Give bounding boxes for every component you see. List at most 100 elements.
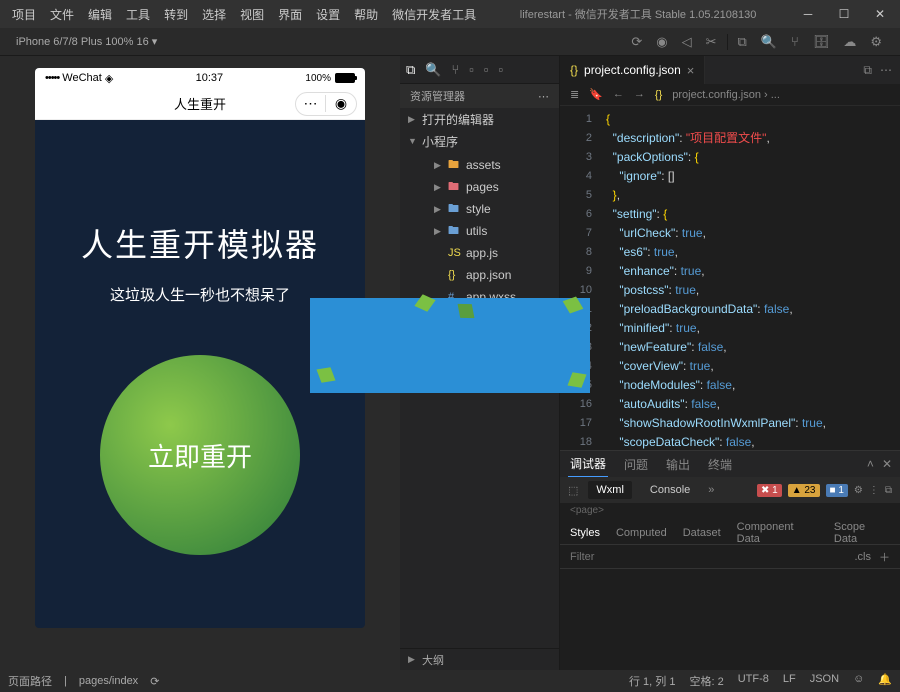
cloud-icon[interactable]: ☁ bbox=[843, 34, 856, 50]
subtab-console[interactable]: Console bbox=[642, 481, 698, 499]
panel-close-icon[interactable]: ✕ bbox=[882, 457, 892, 471]
ext-tab-icon[interactable]: ▫ bbox=[499, 62, 504, 77]
files-icon[interactable]: ⧉ bbox=[738, 34, 747, 50]
eol-info[interactable]: LF bbox=[783, 673, 796, 689]
lang-info[interactable]: JSON bbox=[810, 673, 839, 689]
explorer-tab-icon[interactable]: ⧉ bbox=[406, 62, 415, 78]
outline-section[interactable]: ▶大纲 bbox=[400, 648, 559, 670]
tab-problems[interactable]: 问题 bbox=[622, 452, 650, 477]
menu-item[interactable]: 工具 bbox=[120, 2, 156, 27]
bell-icon[interactable]: 🔔 bbox=[878, 673, 892, 689]
more-tabs-icon[interactable]: » bbox=[708, 484, 714, 496]
tab-terminal[interactable]: 终端 bbox=[706, 452, 734, 477]
folder-item[interactable]: ▶🖿style bbox=[400, 198, 559, 220]
subtab-wxml[interactable]: Wxml bbox=[588, 481, 632, 499]
record-icon[interactable]: ◉ bbox=[656, 34, 667, 50]
search-icon[interactable]: 🔍 bbox=[761, 34, 777, 50]
filter-input[interactable] bbox=[570, 551, 847, 563]
breadcrumb[interactable]: project.config.json › ... bbox=[672, 89, 780, 101]
menu-item[interactable]: 选择 bbox=[196, 2, 232, 27]
inspect-icon[interactable]: ⬚ bbox=[568, 484, 578, 497]
main-area: •••••WeChat◈ 10:37 100% 人生重开 ⋯ ◉ 人生重开模拟器… bbox=[0, 56, 900, 670]
menu-item[interactable]: 视图 bbox=[234, 2, 270, 27]
menu-item[interactable]: 项目 bbox=[6, 2, 42, 27]
tab-debugger[interactable]: 调试器 bbox=[568, 451, 608, 477]
warn-badge[interactable]: ▲ 23 bbox=[788, 484, 820, 497]
restart-button[interactable]: 立即重开 bbox=[100, 355, 300, 555]
sync-icon[interactable]: ⟳ bbox=[150, 675, 159, 688]
menu-item[interactable]: 帮助 bbox=[348, 2, 384, 27]
battery-pct: 100% bbox=[305, 73, 331, 84]
sitemap-icon[interactable]: ⚙ bbox=[870, 34, 882, 50]
indent-info[interactable]: 空格: 2 bbox=[689, 673, 723, 689]
breadcrumb-bar: ≣ 🔖 ← → {} project.config.json › ... bbox=[560, 84, 900, 106]
capsule-close-icon[interactable]: ◉ bbox=[326, 95, 356, 112]
back-icon[interactable]: ◁ bbox=[682, 34, 692, 50]
bookmark-icon[interactable]: 🔖 bbox=[589, 88, 603, 101]
chevron-up-icon[interactable]: ˄ bbox=[867, 457, 874, 471]
database-icon[interactable]: 🗄 bbox=[813, 34, 830, 50]
window-title: liferestart - 微信开发者工具 Stable 1.05.210813… bbox=[482, 6, 794, 22]
more-actions-icon[interactable]: ⋯ bbox=[880, 63, 892, 78]
feedback-icon[interactable]: ☺ bbox=[853, 673, 864, 689]
branch-icon[interactable]: ⑂ bbox=[791, 34, 799, 50]
menu-item[interactable]: 设置 bbox=[310, 2, 346, 27]
tab-label: project.config.json bbox=[584, 63, 681, 77]
open-editors-section[interactable]: ▶打开的编辑器 bbox=[400, 108, 559, 130]
db-tab-icon[interactable]: ▫ bbox=[469, 62, 474, 77]
git-tab-icon[interactable]: ⑂ bbox=[451, 62, 459, 77]
overlay-artifact bbox=[310, 298, 590, 393]
page-path[interactable]: pages/index bbox=[79, 675, 138, 687]
style-tab-computed[interactable]: Computed bbox=[616, 527, 667, 539]
editor-tab[interactable]: {} project.config.json × bbox=[560, 56, 705, 84]
refresh-icon[interactable]: ⟳ bbox=[631, 34, 642, 50]
app-title: 人生重开模拟器 bbox=[81, 220, 319, 266]
cut-icon[interactable]: ✂ bbox=[706, 34, 717, 50]
error-badge[interactable]: ✖ 1 bbox=[757, 484, 782, 497]
more-icon[interactable]: ⋯ bbox=[538, 90, 549, 103]
split-icon[interactable]: ⧉ bbox=[863, 63, 872, 78]
info-badge[interactable]: ■ 1 bbox=[826, 484, 848, 497]
tab-close-icon[interactable]: × bbox=[687, 63, 695, 78]
add-style-icon[interactable]: ＋ bbox=[879, 549, 890, 565]
phone-status-bar: •••••WeChat◈ 10:37 100% bbox=[35, 68, 365, 88]
close-button[interactable]: ✕ bbox=[866, 4, 894, 24]
file-item[interactable]: {}app.json bbox=[400, 264, 559, 286]
kebab-icon[interactable]: ⋮ bbox=[869, 485, 879, 496]
cursor-position[interactable]: 行 1, 列 1 bbox=[629, 673, 675, 689]
wxml-body: <page> bbox=[560, 503, 900, 521]
cloud-tab-icon[interactable]: ▫ bbox=[484, 62, 489, 77]
gear-icon[interactable]: ⚙ bbox=[854, 485, 863, 496]
debugger-tab-bar: 调试器 问题 输出 终端 ˄ ✕ bbox=[560, 451, 900, 477]
menu-item[interactable]: 编辑 bbox=[82, 2, 118, 27]
dock-icon[interactable]: ⧉ bbox=[885, 485, 892, 496]
cls-toggle[interactable]: .cls bbox=[855, 551, 872, 563]
tab-output[interactable]: 输出 bbox=[664, 452, 692, 477]
style-tab-scope[interactable]: Scope Data bbox=[834, 521, 890, 545]
folder-item[interactable]: ▶🖿assets bbox=[400, 154, 559, 176]
capsule-button[interactable]: ⋯ ◉ bbox=[295, 92, 357, 116]
device-selector[interactable]: iPhone 6/7/8 Plus 100% 16 ▾ bbox=[8, 35, 165, 48]
signal-icon: ••••• bbox=[45, 72, 59, 84]
menu-item[interactable]: 文件 bbox=[44, 2, 80, 27]
capsule-menu-icon[interactable]: ⋯ bbox=[296, 95, 326, 112]
file-item[interactable]: JSapp.js bbox=[400, 242, 559, 264]
list-icon[interactable]: ≣ bbox=[570, 88, 579, 101]
folder-item[interactable]: ▶🖿pages bbox=[400, 176, 559, 198]
style-tab-component[interactable]: Component Data bbox=[737, 521, 818, 545]
minimize-button[interactable]: ─ bbox=[794, 4, 822, 24]
menu-item[interactable]: 界面 bbox=[272, 2, 308, 27]
style-tab-dataset[interactable]: Dataset bbox=[683, 527, 721, 539]
encoding-info[interactable]: UTF-8 bbox=[738, 673, 769, 689]
search-tab-icon[interactable]: 🔍 bbox=[425, 62, 441, 78]
style-tab-styles[interactable]: Styles bbox=[570, 527, 600, 539]
maximize-button[interactable]: ☐ bbox=[830, 4, 858, 24]
code-editor[interactable]: 12345678910111213141516171819 { "descrip… bbox=[560, 106, 900, 450]
menu-item[interactable]: 转到 bbox=[158, 2, 194, 27]
debugger-panel: 调试器 问题 输出 终端 ˄ ✕ ⬚ Wxml Console » ✖ 1 ▲ … bbox=[560, 450, 900, 670]
nav-back-icon[interactable]: ← bbox=[613, 88, 624, 101]
menu-item[interactable]: 微信开发者工具 bbox=[386, 2, 482, 27]
nav-fwd-icon[interactable]: → bbox=[634, 88, 645, 101]
folder-item[interactable]: ▶🖿utils bbox=[400, 220, 559, 242]
project-section[interactable]: ▼小程序 bbox=[400, 130, 559, 152]
